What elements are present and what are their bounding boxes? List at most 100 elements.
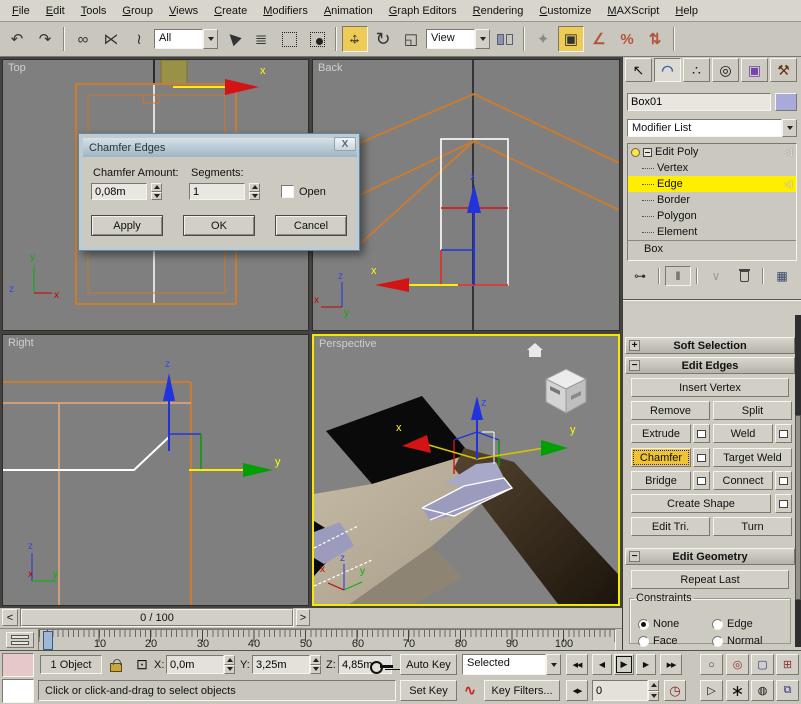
field-of-view-icon[interactable]: ▷ [700, 680, 723, 701]
rollout-edit-edges[interactable]: − Edit Edges [625, 357, 795, 374]
collapse-icon[interactable] [643, 148, 652, 157]
pin-stack-icon[interactable]: ⊶ [627, 266, 653, 286]
viewport-right-label[interactable]: Right [8, 337, 34, 349]
y-spinner[interactable] [310, 655, 321, 674]
selection-lock-icon[interactable] [106, 655, 126, 674]
menu-modifiers[interactable]: Modifiers [255, 2, 316, 20]
menu-views[interactable]: Views [161, 2, 206, 20]
target-weld-button[interactable]: Target Weld [713, 448, 792, 467]
menu-create[interactable]: Create [206, 2, 255, 20]
configure-modifier-sets-icon[interactable]: ▦ [769, 266, 795, 286]
viewport-back-label[interactable]: Back [318, 62, 342, 74]
object-name-field[interactable] [627, 93, 771, 111]
select-link-icon[interactable]: ∞ [70, 26, 96, 52]
maxscript-mini-listener-white[interactable] [2, 679, 34, 703]
open-mini-curve-editor-icon[interactable] [6, 632, 34, 648]
chamfer-button[interactable]: Chamfer [631, 448, 691, 467]
viewport-right[interactable]: Right z y z x y [2, 334, 309, 606]
bridge-button[interactable]: Bridge [631, 471, 691, 490]
tab-motion[interactable]: ◎ [712, 58, 739, 82]
connect-settings-icon[interactable] [775, 471, 792, 490]
stack-item-element[interactable]: Element [628, 224, 796, 240]
tab-hierarchy[interactable]: ∴ [683, 58, 710, 82]
apply-button[interactable]: Apply [91, 215, 163, 236]
repeat-last-button[interactable]: Repeat Last [631, 570, 789, 589]
x-spinner[interactable] [224, 655, 235, 674]
menu-animation[interactable]: Animation [316, 2, 381, 20]
edit-tri-button[interactable]: Edit Tri. [631, 517, 710, 536]
min-max-toggle-icon[interactable]: ⧉ [776, 680, 799, 701]
viewport-perspective[interactable]: Perspective [312, 334, 620, 606]
remove-modifier-icon[interactable] [731, 266, 757, 286]
time-slider-prev-button[interactable]: < [2, 609, 18, 626]
constraint-face-radio[interactable]: Face [638, 635, 677, 647]
viewport-top-label[interactable]: Top [8, 62, 26, 74]
close-icon[interactable]: X [334, 137, 356, 151]
reference-coordinate-dropdown[interactable]: View [426, 29, 490, 49]
menu-maxscript[interactable]: MAXScript [599, 2, 667, 20]
auto-key-button[interactable]: Auto Key [400, 654, 457, 675]
scrollbar-thumb[interactable] [795, 415, 801, 600]
new-key-default-in-out-tangents-icon[interactable]: ∿ [460, 680, 480, 701]
dialog-title-bar[interactable]: Chamfer Edges [83, 138, 357, 157]
rollout-soft-selection[interactable]: + Soft Selection [625, 337, 795, 354]
weld-settings-icon[interactable] [775, 424, 792, 443]
menu-tools[interactable]: Tools [73, 2, 115, 20]
stack-item-border[interactable]: Border [628, 192, 796, 208]
extrude-button[interactable]: Extrude [631, 424, 691, 443]
spinner-snap-icon[interactable]: ⇅ [642, 26, 668, 52]
tab-display[interactable]: ▣ [741, 58, 768, 82]
dropdown-arrow-icon[interactable] [203, 29, 218, 49]
viewcube-home-icon[interactable] [527, 343, 543, 357]
viewcube-icon[interactable] [546, 369, 586, 413]
go-to-start-button[interactable]: ◀◀ [566, 654, 588, 675]
zoom-extents-all-icon[interactable]: ⊞ [776, 654, 799, 675]
menu-rendering[interactable]: Rendering [465, 2, 532, 20]
y-coordinate-field[interactable] [252, 655, 310, 674]
tab-utilities[interactable]: ⚒ [770, 58, 797, 82]
chamfer-settings-icon[interactable] [693, 448, 710, 467]
unlink-icon[interactable]: ⋉ [98, 26, 124, 52]
angle-snap-icon[interactable]: ∠ [586, 26, 612, 52]
selection-set-dropdown[interactable]: Selected [462, 654, 561, 675]
tab-create[interactable]: ↖ [625, 58, 652, 82]
time-slider-handle[interactable]: 0 / 100 [21, 609, 293, 626]
collapse-icon[interactable]: − [629, 360, 640, 371]
object-color-swatch[interactable] [775, 93, 797, 111]
current-frame-field[interactable] [592, 680, 648, 701]
menu-edit[interactable]: Edit [38, 2, 73, 20]
show-end-result-icon[interactable]: ‖ [665, 266, 691, 286]
remove-button[interactable]: Remove [631, 401, 710, 420]
chamfer-amount-spinner[interactable] [151, 183, 162, 200]
menu-group[interactable]: Group [114, 2, 161, 20]
menu-file[interactable]: File [4, 2, 38, 20]
bridge-settings-icon[interactable] [693, 471, 710, 490]
panel-scrollbar[interactable] [795, 315, 801, 647]
menu-help[interactable]: Help [667, 2, 706, 20]
set-key-button[interactable]: Set Key [400, 680, 457, 701]
arc-rotate-icon[interactable]: ◍ [751, 680, 774, 701]
collapse-icon[interactable]: − [629, 551, 640, 562]
tab-modify[interactable]: ◠ [654, 58, 681, 82]
zoom-icon[interactable]: ○ [700, 654, 723, 675]
stack-item-edit-poly[interactable]: Edit Poly ◁ [628, 144, 796, 160]
redo-icon[interactable]: ↷ [32, 26, 58, 52]
go-to-end-button[interactable]: ▶▶ [660, 654, 682, 675]
stack-item-vertex[interactable]: Vertex [628, 160, 796, 176]
create-shape-button[interactable]: Create Shape [631, 494, 771, 513]
insert-vertex-button[interactable]: Insert Vertex [631, 378, 789, 397]
dropdown-arrow-icon[interactable] [475, 29, 490, 49]
time-configuration-icon[interactable]: ◷ [664, 680, 686, 701]
dropdown-arrow-icon[interactable] [782, 119, 797, 137]
stack-item-box[interactable]: Box [628, 240, 796, 256]
stack-item-polygon[interactable]: Polygon [628, 208, 796, 224]
zoom-extents-icon[interactable]: ▢ [751, 654, 774, 675]
time-slider-next-button[interactable]: > [296, 609, 310, 626]
open-checkbox[interactable] [281, 185, 294, 198]
frame-spinner[interactable] [648, 680, 659, 701]
turn-button[interactable]: Turn [713, 517, 792, 536]
expand-icon[interactable]: + [629, 340, 640, 351]
segments-spinner[interactable] [249, 183, 260, 200]
create-shape-settings-icon[interactable] [775, 494, 792, 513]
key-mode-toggle-icon[interactable]: ◀▶ [566, 680, 588, 701]
